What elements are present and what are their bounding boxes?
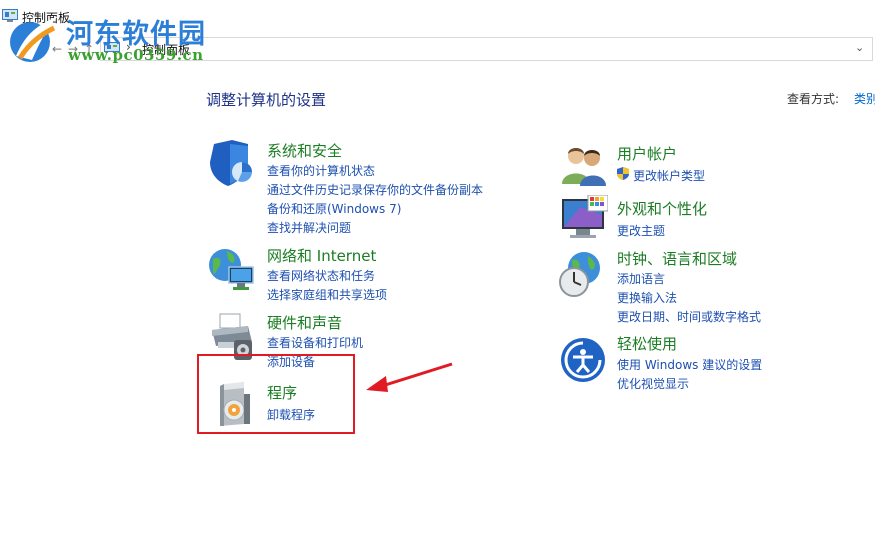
- watermark-logo-icon: [10, 16, 58, 62]
- link-change-theme[interactable]: 更改主题: [617, 222, 665, 239]
- annotation-arrow: [366, 362, 453, 392]
- shield-icon[interactable]: [208, 140, 256, 188]
- globe-network-icon[interactable]: [207, 245, 255, 293]
- link-homegroup-sharing[interactable]: 选择家庭组和共享选项: [267, 286, 387, 303]
- category-ease-of-access[interactable]: 轻松使用: [617, 333, 677, 354]
- link-use-recommended-settings[interactable]: 使用 Windows 建议的设置: [617, 356, 762, 373]
- watermark: 河东软件园 www.pc0359.cn: [6, 10, 216, 66]
- highlight-box: [197, 354, 355, 434]
- link-view-computer-status[interactable]: 查看你的计算机状态: [267, 162, 375, 179]
- category-user-accounts[interactable]: 用户帐户: [617, 143, 677, 164]
- view-by-label: 查看方式:: [787, 92, 840, 106]
- link-backup-restore[interactable]: 备份和还原(Windows 7): [267, 200, 401, 217]
- page-title: 调整计算机的设置: [206, 91, 327, 109]
- category-clock-language-region[interactable]: 时钟、语言和区域: [617, 248, 737, 269]
- users-icon[interactable]: [560, 140, 608, 188]
- link-troubleshoot[interactable]: 查找并解决问题: [267, 219, 351, 236]
- link-file-history-backup[interactable]: 通过文件历史记录保存你的文件备份副本: [267, 181, 483, 198]
- category-hardware-sound[interactable]: 硬件和声音: [267, 312, 342, 333]
- link-change-account-type[interactable]: 更改帐户类型: [633, 167, 705, 184]
- monitor-palette-icon[interactable]: [560, 195, 608, 243]
- ease-of-access-icon[interactable]: [559, 336, 607, 384]
- link-optimize-visual-display[interactable]: 优化视觉显示: [617, 375, 689, 392]
- link-devices-printers[interactable]: 查看设备和打印机: [267, 334, 363, 351]
- clock-globe-icon[interactable]: [558, 250, 606, 298]
- category-appearance-personalization[interactable]: 外观和个性化: [617, 198, 707, 219]
- category-system-security[interactable]: 系统和安全: [267, 140, 342, 161]
- uac-shield-icon: [617, 167, 629, 180]
- link-change-input-method[interactable]: 更换输入法: [617, 289, 677, 306]
- link-change-date-time-format[interactable]: 更改日期、时间或数字格式: [617, 308, 761, 325]
- printer-icon[interactable]: [208, 312, 256, 360]
- category-network-internet[interactable]: 网络和 Internet: [267, 245, 376, 266]
- watermark-url: www.pc0359.cn: [68, 46, 204, 64]
- chevron-down-icon[interactable]: ⌄: [855, 41, 864, 54]
- view-by-select[interactable]: 类别: [854, 90, 875, 107]
- link-add-language[interactable]: 添加语言: [617, 270, 665, 287]
- link-network-status[interactable]: 查看网络状态和任务: [267, 267, 375, 284]
